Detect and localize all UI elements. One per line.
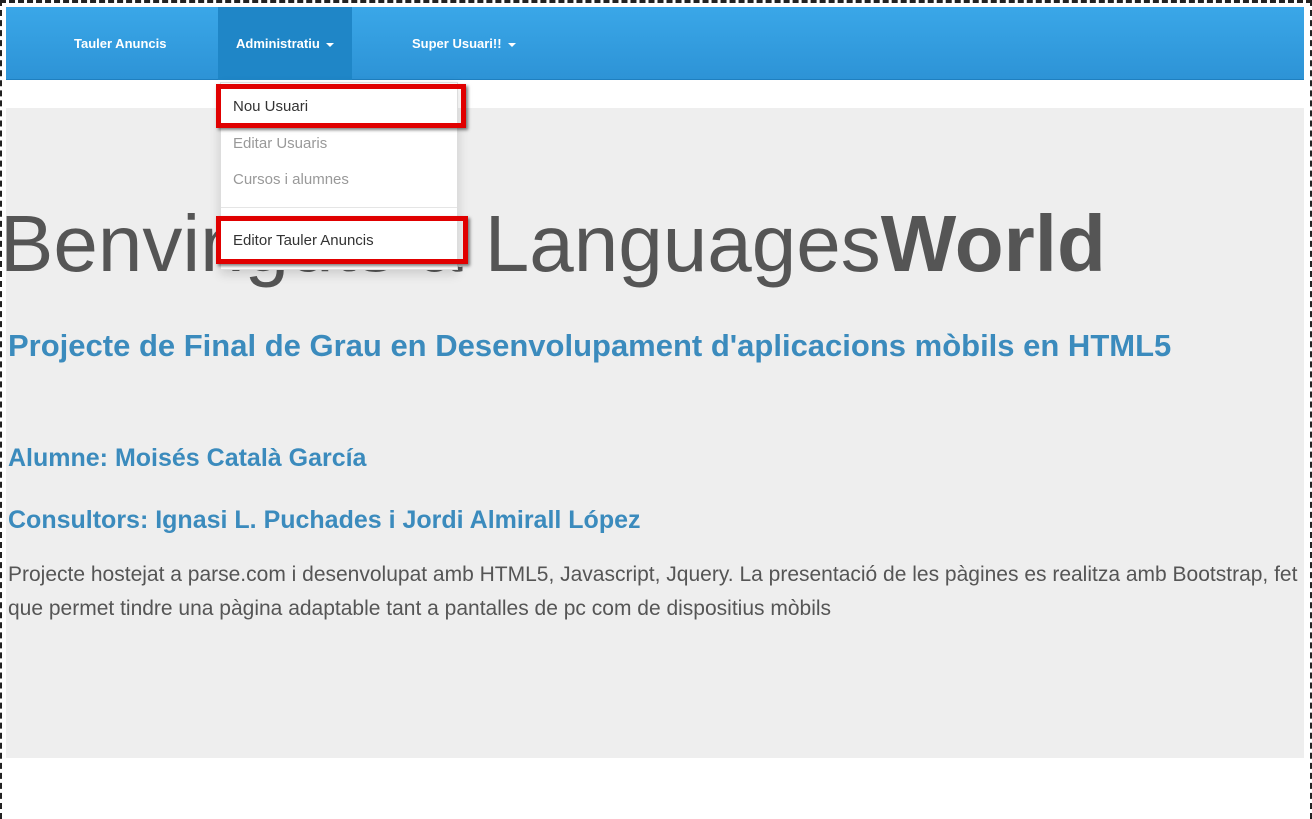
page-subtitle: Projecte de Final de Grau en Desenvolupa… [8,328,1172,363]
highlight-box-nou-usuari [216,84,466,128]
nav-tauler-anuncis[interactable]: Tauler Anuncis [56,7,184,80]
nav-administratiu[interactable]: Administratiu [218,7,352,80]
top-navbar: Tauler Anuncis Administratiu Super Usuar… [6,7,1304,80]
project-description: Projecte hostejat a parse.com i desenvol… [8,563,1298,620]
caret-down-icon [507,42,516,47]
nav-super-usuari-label: Super Usuari!! [412,36,502,51]
menu-divider [221,207,457,208]
page-title: Benvinguts a LanguagesWorld [0,198,1106,290]
nav-administratiu-label: Administratiu [236,36,320,51]
caret-down-icon [325,42,334,47]
consultors-names: Consultors: Ignasi L. Puchades i Jordi A… [8,506,641,534]
nav-tauler-anuncis-label: Tauler Anuncis [74,36,167,51]
student-name: Alumne: Moisés Català García [8,444,367,472]
title-bold: World [880,199,1106,288]
menu-item-cursos-alumnes[interactable]: Cursos i alumnes [233,171,349,188]
nav-super-usuari[interactable]: Super Usuari!! [394,7,534,80]
menu-item-editar-usuaris[interactable]: Editar Usuaris [233,135,327,152]
highlight-box-editor-tauler [216,216,468,264]
navbar-spacer [6,80,1304,108]
